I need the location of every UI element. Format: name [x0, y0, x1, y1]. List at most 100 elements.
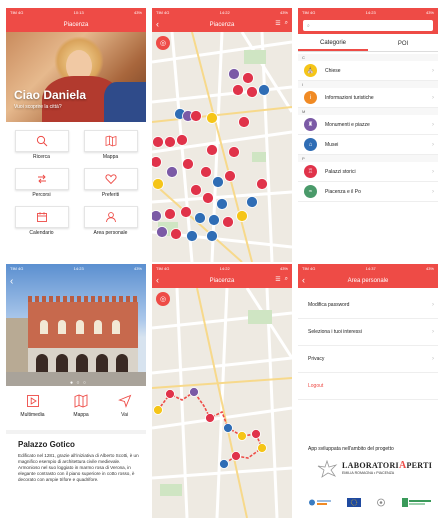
- route-stop-marker[interactable]: [153, 405, 163, 415]
- map-icon: [74, 394, 88, 408]
- tile-label: Area personale: [93, 230, 128, 236]
- route-stop-marker[interactable]: [189, 387, 199, 397]
- route-stop-marker[interactable]: [237, 431, 247, 441]
- poi-marker[interactable]: [190, 184, 202, 196]
- back-icon[interactable]: ‹: [10, 276, 13, 287]
- poi-marker[interactable]: [232, 84, 244, 96]
- menu-item-logout[interactable]: Logout: [298, 373, 438, 400]
- tile-area-personale[interactable]: Area personale: [83, 206, 138, 236]
- back-icon[interactable]: ‹: [302, 275, 305, 285]
- route-stop-marker[interactable]: [231, 451, 241, 461]
- tile-preferiti[interactable]: Preferiti: [83, 168, 138, 198]
- poi-marker[interactable]: [256, 178, 268, 190]
- route-stop-marker[interactable]: [205, 413, 215, 423]
- search-icon: ⌕: [307, 22, 310, 29]
- list-icon[interactable]: ☰: [275, 276, 280, 283]
- poi-marker[interactable]: [170, 228, 182, 240]
- category-row[interactable]: ⌂ Musei ›: [298, 135, 438, 155]
- poi-marker[interactable]: [186, 230, 198, 242]
- poi-marker[interactable]: [206, 144, 218, 156]
- eu-flag-logo: [346, 498, 361, 507]
- category-label: Chiese: [325, 67, 341, 74]
- category-row[interactable]: ⛪ Chiese ›: [298, 61, 438, 81]
- map-button[interactable]: Mappa: [73, 394, 89, 418]
- monument-icon: ♜: [304, 118, 317, 131]
- poi-marker[interactable]: [182, 158, 194, 170]
- chevron-right-icon: ›: [432, 356, 434, 362]
- route-stop-marker[interactable]: [165, 389, 175, 399]
- map-view[interactable]: ◎: [152, 288, 292, 518]
- poi-marker[interactable]: [222, 216, 234, 228]
- poi-marker[interactable]: [152, 178, 164, 190]
- route-stop-marker[interactable]: [251, 429, 261, 439]
- section-header: I: [298, 81, 438, 88]
- menu-item-privacy[interactable]: Privacy ›: [298, 346, 438, 373]
- poi-marker[interactable]: [212, 176, 224, 188]
- poi-marker[interactable]: [152, 210, 162, 222]
- back-icon[interactable]: ‹: [156, 275, 159, 285]
- menu-item-password[interactable]: Modifica password ›: [298, 292, 438, 319]
- route-stop-marker[interactable]: [257, 443, 267, 453]
- category-row[interactable]: i Informazioni turistiche ›: [298, 88, 438, 108]
- poi-marker[interactable]: [202, 192, 214, 204]
- poi-marker[interactable]: [238, 116, 250, 128]
- route-stop-marker[interactable]: [219, 459, 229, 469]
- back-icon[interactable]: ‹: [156, 19, 159, 29]
- poi-marker[interactable]: [224, 170, 236, 182]
- search-icon[interactable]: ⌕: [285, 20, 288, 27]
- menu-item-interessi[interactable]: Seleziona i tuoi interessi ›: [298, 319, 438, 346]
- navigate-button[interactable]: Vai: [117, 394, 132, 418]
- poi-marker[interactable]: [246, 86, 258, 98]
- tile-percorsi[interactable]: Percorsi: [14, 168, 69, 198]
- poi-marker[interactable]: [180, 206, 192, 218]
- poi-marker[interactable]: [152, 136, 164, 148]
- map-canvas: [152, 32, 292, 262]
- status-battery: 43%: [279, 10, 288, 15]
- poi-marker[interactable]: [216, 198, 228, 210]
- poi-marker[interactable]: [176, 134, 188, 146]
- poi-marker[interactable]: [246, 196, 258, 208]
- poi-marker[interactable]: [190, 110, 202, 122]
- poi-marker[interactable]: [228, 146, 240, 158]
- poi-marker[interactable]: [164, 136, 176, 148]
- action-label: Mappa: [73, 412, 89, 418]
- tile-calendario[interactable]: Calendario: [14, 206, 69, 236]
- poi-marker[interactable]: [206, 112, 218, 124]
- tile-mappa[interactable]: Mappa: [83, 130, 138, 160]
- route-stop-marker[interactable]: [223, 423, 233, 433]
- poi-marker[interactable]: [208, 214, 220, 226]
- poi-title: Palazzo Gotico: [18, 440, 75, 449]
- poi-marker[interactable]: [156, 226, 168, 238]
- poi-marker[interactable]: [194, 212, 206, 224]
- status-carrier: TIM 4G: [302, 266, 316, 271]
- tab-categorie[interactable]: Categorie: [298, 36, 368, 51]
- status-battery: 43%: [133, 266, 142, 271]
- poi-marker[interactable]: [228, 68, 240, 80]
- poi-marker[interactable]: [206, 230, 218, 242]
- category-row[interactable]: ≈ Piacenza e il Po ›: [298, 182, 438, 202]
- category-row[interactable]: ♜ Monumenti e piazze ›: [298, 115, 438, 135]
- search-icon[interactable]: ⌕: [285, 276, 288, 283]
- poi-marker[interactable]: [242, 72, 254, 84]
- hero-image: Ciao Daniela Vuoi scoprire la città?: [6, 32, 146, 122]
- locate-button[interactable]: ◎: [156, 36, 170, 50]
- tile-ricerca[interactable]: Ricerca: [14, 130, 69, 160]
- poi-marker[interactable]: [200, 166, 212, 178]
- list-icon[interactable]: ☰: [275, 20, 280, 27]
- multimedia-button[interactable]: Multimedia: [20, 394, 45, 418]
- poi-marker[interactable]: [236, 210, 248, 222]
- tile-label: Ricerca: [33, 154, 50, 160]
- tab-poi[interactable]: POI: [368, 36, 438, 51]
- poi-marker[interactable]: [152, 156, 162, 168]
- locate-button[interactable]: ◎: [156, 292, 170, 306]
- carousel-dots[interactable]: ● ○ ○: [70, 380, 87, 386]
- search-input[interactable]: ⌕: [303, 20, 433, 31]
- map-view[interactable]: ◎: [152, 32, 292, 262]
- status-battery: 43%: [133, 10, 142, 15]
- poi-marker[interactable]: [166, 166, 178, 178]
- category-row[interactable]: ♖ Palazzi storici ›: [298, 162, 438, 182]
- poi-marker[interactable]: [258, 84, 270, 96]
- poi-marker[interactable]: [164, 208, 176, 220]
- heart-icon: [104, 174, 117, 185]
- river-icon: ≈: [304, 185, 317, 198]
